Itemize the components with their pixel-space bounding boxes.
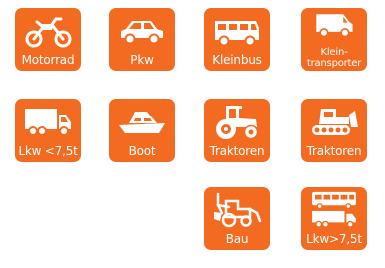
tractor-icon: [216, 106, 259, 140]
tile-label: Pkw: [130, 53, 154, 67]
tile-label: Kleinbus: [212, 53, 262, 67]
bus-and-truck-icon: [312, 191, 356, 228]
tile-label: Traktoren: [209, 144, 265, 158]
tile-kleintransporter[interactable]: Klein- transporter: [301, 8, 367, 71]
truck-icon: [25, 109, 71, 136]
motorcycle-icon: [25, 17, 72, 48]
tile-label: Bau: [225, 232, 249, 246]
tile-kleinbus[interactable]: Kleinbus: [204, 8, 270, 71]
minibus-icon: [215, 21, 259, 47]
tile-label: Klein- transporter: [301, 47, 367, 69]
tile-traktoren[interactable]: Traktoren: [204, 99, 270, 162]
tile-label-line1: Klein-: [320, 47, 348, 58]
tile-label: Lkw>7,5t: [306, 232, 362, 246]
tile-boot[interactable]: Boot: [109, 99, 175, 162]
tile-lkw-unter-7-5t[interactable]: Lkw <7,5t: [15, 99, 81, 162]
tile-label: Lkw <7,5t: [18, 144, 78, 158]
tile-lkw-ueber-7-5t[interactable]: Lkw>7,5t: [301, 187, 367, 250]
tile-label-line2: transporter: [306, 58, 362, 69]
tile-motorrad[interactable]: Motorrad: [15, 8, 81, 71]
tile-label: Motorrad: [21, 53, 75, 67]
tile-bau[interactable]: Bau: [204, 187, 270, 250]
boat-icon: [119, 112, 165, 133]
tile-label: Traktoren: [306, 144, 362, 158]
tile-label: Boot: [128, 144, 156, 158]
tile-traktoren-raupe[interactable]: Traktoren: [301, 99, 367, 162]
van-icon: [316, 14, 353, 38]
crawler-tractor-icon: [312, 109, 358, 135]
backhoe-icon: [214, 192, 262, 228]
tile-pkw[interactable]: Pkw: [109, 8, 175, 71]
car-icon: [121, 21, 163, 45]
